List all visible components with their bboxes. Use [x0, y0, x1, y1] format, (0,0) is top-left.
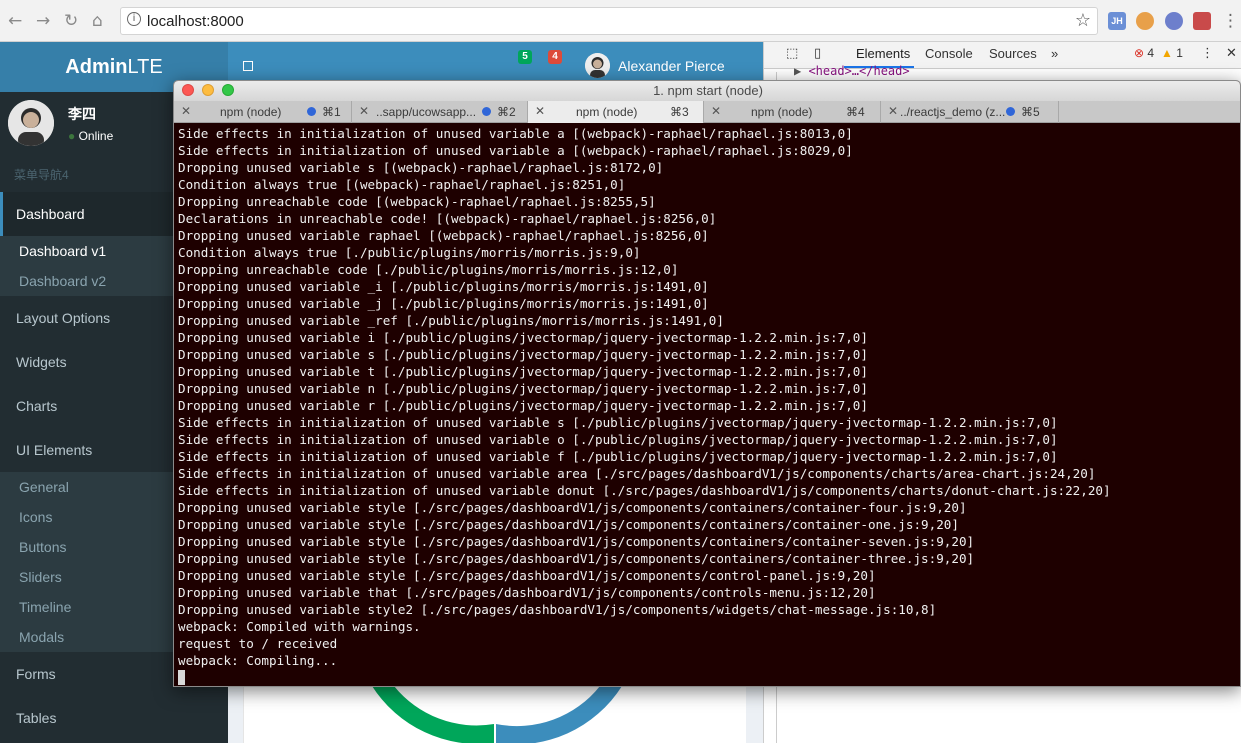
tab-close-icon[interactable]: ✕ [888, 104, 898, 118]
terminal-tab-bar: ✕ npm (node) ⌘1 ✕ ..sapp/ucowsapp... ⌘2 … [174, 101, 1240, 123]
terminal-line: Dropping unused variable r [./public/plu… [178, 398, 868, 413]
reload-icon[interactable]: ↻ [64, 11, 78, 31]
warning-count[interactable]: ▲ 1 [1161, 46, 1183, 60]
tab-close-icon[interactable]: ✕ [359, 104, 369, 118]
sidebar-item-tables[interactable]: Tables [0, 696, 228, 740]
tab-close-icon[interactable]: ✕ [181, 104, 191, 118]
device-toggle-icon[interactable]: ▯ [814, 46, 821, 61]
terminal-line: Dropping unused variable style2 [./src/p… [178, 602, 937, 617]
extension-globe-icon[interactable] [1165, 12, 1183, 30]
tab-close-icon[interactable]: ✕ [535, 104, 545, 118]
terminal-line: Dropping unused variable s [(webpack)-ra… [178, 160, 664, 175]
terminal-line: webpack: Compiled with warnings. [178, 619, 421, 634]
error-count[interactable]: ⊗ 4 [1134, 46, 1154, 60]
user-status: ● Online [68, 129, 114, 143]
address-bar[interactable]: i localhost:8000 ☆ [120, 7, 1098, 35]
terminal-line: Side effects in initialization of unused… [178, 432, 1058, 447]
terminal-line: Side effects in initialization of unused… [178, 483, 1111, 498]
sidebar-toggle-icon[interactable] [243, 61, 253, 71]
terminal-line: Dropping unused variable _ref [./public/… [178, 313, 724, 328]
terminal-line: Side effects in initialization of unused… [178, 449, 1058, 464]
terminal-line: Side effects in initialization of unused… [178, 466, 1096, 481]
terminal-line: Condition always true [./public/plugins/… [178, 245, 641, 260]
url-text[interactable]: localhost:8000 [147, 13, 244, 30]
terminal-line: Dropping unreachable code [./public/plug… [178, 262, 679, 277]
terminal-line: Dropping unused variable i [./public/plu… [178, 330, 868, 345]
terminal-line: Condition always true [(webpack)-raphael… [178, 177, 626, 192]
terminal-line: Dropping unused variable s [./public/plu… [178, 347, 868, 362]
messages-badge[interactable]: 5 [518, 50, 532, 64]
activity-dot [1006, 107, 1015, 116]
extension-jh-icon[interactable]: JH [1108, 12, 1126, 30]
terminal-cursor-line [178, 669, 1238, 686]
bookmark-star-icon[interactable]: ☆ [1075, 10, 1091, 31]
terminal-line: Dropping unused variable _i [./public/pl… [178, 279, 709, 294]
content-box [243, 686, 746, 743]
devtools-toolbar: ⬚ ▯ Elements Console Sources » ⊗ 4 ▲ 1 ⋮… [764, 42, 1241, 78]
extension-app-icon[interactable] [1193, 12, 1211, 30]
terminal-line: Dropping unused variable style [./src/pa… [178, 500, 967, 515]
terminal-title: 1. npm start (node) [653, 83, 763, 98]
activity-dot [482, 107, 491, 116]
terminal-line: Dropping unused variable t [./public/plu… [178, 364, 868, 379]
browser-toolbar: ← → ↻ ⌂ i localhost:8000 ☆ JH ⋮ [0, 0, 1241, 42]
back-icon[interactable]: ← [8, 11, 22, 31]
header-avatar[interactable] [585, 53, 610, 78]
tab-elements[interactable]: Elements [856, 46, 910, 61]
terminal-line: Dropping unused variable style [./src/pa… [178, 568, 876, 583]
terminal-line: Dropping unused variable raphael [(webpa… [178, 228, 709, 243]
terminal-line: webpack: Compiling... [178, 653, 338, 668]
terminal-tab-4[interactable]: ✕ npm (node) ⌘4 [704, 101, 881, 123]
terminal-line: Dropping unreachable code [(webpack)-rap… [178, 194, 656, 209]
terminal-line: Side effects in initialization of unused… [178, 126, 853, 141]
terminal-line: Dropping unused variable style [./src/pa… [178, 534, 975, 549]
forward-icon[interactable]: → [36, 11, 50, 31]
menu-kebab-icon[interactable]: ⋮ [1222, 11, 1239, 31]
terminal-line: Side effects in initialization of unused… [178, 415, 1058, 430]
terminal-line: Side effects in initialization of unused… [178, 143, 853, 158]
terminal-tab-2[interactable]: ✕ ..sapp/ucowsapp... ⌘2 [352, 101, 528, 123]
terminal-tab-3[interactable]: ✕ npm (node) ⌘3 [528, 101, 704, 123]
terminal-line: request to / received [178, 636, 338, 651]
devtools-menu-icon[interactable]: ⋮ [1201, 46, 1214, 61]
extension-icon[interactable] [1136, 12, 1154, 30]
info-icon[interactable]: i [127, 12, 141, 26]
terminal-line: Declarations in unreachable code! [(webp… [178, 211, 717, 226]
error-icon: ⊗ [1134, 46, 1145, 60]
terminal-line: Dropping unused variable n [./public/plu… [178, 381, 868, 396]
terminal-tab-5[interactable]: ✕ ../reactjs_demo (z... ⌘5 [881, 101, 1059, 123]
warning-icon: ▲ [1161, 46, 1173, 60]
donut-chart-fragment [372, 686, 622, 743]
close-icon[interactable]: ✕ [1226, 46, 1237, 61]
avatar [8, 100, 54, 146]
activity-dot [307, 107, 316, 116]
terminal-line: Dropping unused variable that [./src/pag… [178, 585, 876, 600]
terminal-cursor [178, 670, 185, 685]
inspect-icon[interactable]: ⬚ [786, 46, 798, 61]
terminal-line: Dropping unused variable style [./src/pa… [178, 551, 975, 566]
terminal-tab-1[interactable]: ✕ npm (node) ⌘1 [174, 101, 352, 123]
menu-header: 菜单导航4 [14, 168, 69, 182]
dom-head-node[interactable]: ▶ <head>…</head> [794, 64, 910, 78]
terminal-titlebar[interactable]: 1. npm start (node) [174, 81, 1240, 101]
terminal-window: 1. npm start (node) ✕ npm (node) ⌘1 ✕ ..… [173, 80, 1241, 687]
terminal-line: Dropping unused variable style [./src/pa… [178, 517, 959, 532]
tab-console[interactable]: Console [925, 46, 973, 61]
terminal-output[interactable]: Side effects in initialization of unused… [178, 125, 1238, 686]
home-icon[interactable]: ⌂ [92, 11, 103, 31]
terminal-line: Dropping unused variable _j [./public/pl… [178, 296, 709, 311]
tab-close-icon[interactable]: ✕ [711, 104, 721, 118]
user-name: 李四 [68, 106, 96, 122]
header-user-name[interactable]: Alexander Pierce [618, 58, 725, 74]
tab-sources[interactable]: Sources [989, 46, 1037, 61]
more-tabs-icon[interactable]: » [1051, 46, 1058, 61]
tasks-badge[interactable]: 4 [548, 50, 562, 64]
